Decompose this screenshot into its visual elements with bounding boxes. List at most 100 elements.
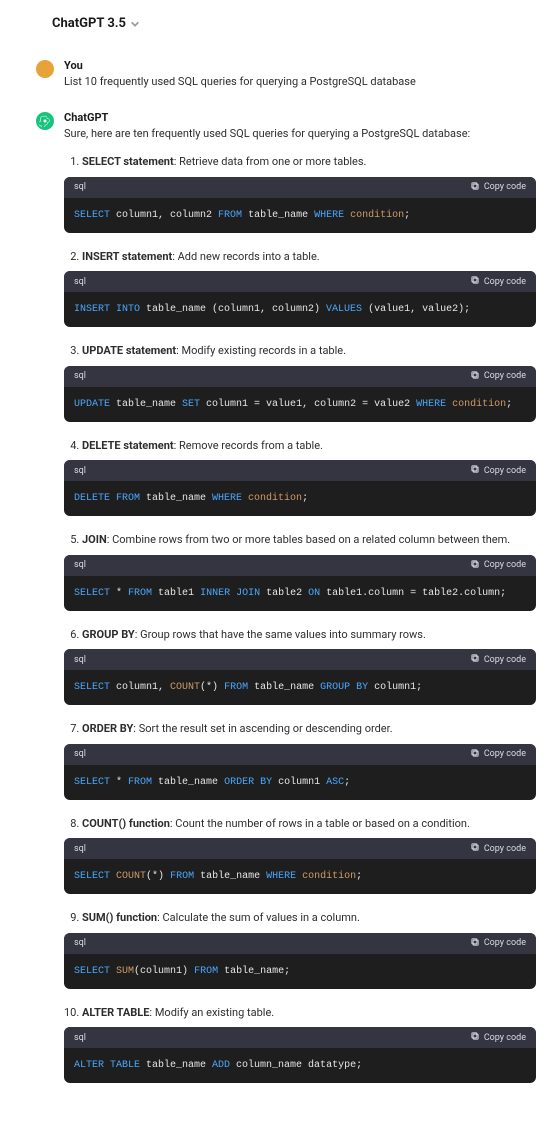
- code-block: sqlCopy codeSELECT SUM(column1) FROM tab…: [64, 933, 536, 989]
- copy-code-button[interactable]: Copy code: [470, 1031, 526, 1044]
- copy-code-button[interactable]: Copy code: [470, 937, 526, 950]
- copy-code-button[interactable]: Copy code: [470, 181, 526, 194]
- clipboard-icon: [470, 748, 480, 761]
- code-content: INSERT INTO table_name (column1, column2…: [64, 292, 536, 327]
- copy-code-button[interactable]: Copy code: [470, 275, 526, 288]
- query-description: SUM() function: Calculate the sum of val…: [82, 910, 536, 927]
- query-description: INSERT statement: Add new records into a…: [82, 249, 536, 266]
- copy-code-button[interactable]: Copy code: [470, 370, 526, 383]
- code-content: UPDATE table_name SET column1 = value1, …: [64, 387, 536, 422]
- code-header: sql Copy code: [64, 933, 536, 954]
- code-header: sqlCopy code: [64, 366, 536, 387]
- query-list: SELECT statement: Retrieve data from one…: [64, 154, 536, 1083]
- query-title: SELECT statement: [82, 155, 174, 168]
- copy-code-label: Copy code: [484, 182, 526, 192]
- query-title: INSERT statement: [82, 250, 172, 263]
- query-title: ORDER BY: [82, 722, 133, 735]
- query-title: SUM() function: [82, 911, 157, 924]
- query-title: UPDATE statement: [82, 344, 176, 357]
- code-block: sqlCopy codeSELECT COUNT(*) FROM table_n…: [64, 838, 536, 894]
- chevron-down-icon: [130, 19, 140, 29]
- clipboard-icon: [470, 653, 480, 666]
- assistant-avatar: [36, 112, 54, 130]
- code-block: sql Copy code SELECT column1, COUNT(*) FRO…: [64, 649, 536, 705]
- query-item: SUM() function: Calculate the sum of val…: [82, 910, 536, 989]
- code-header: sql Copy code: [64, 555, 536, 576]
- code-lang-label: sql: [74, 655, 86, 665]
- query-title: COUNT() function: [82, 817, 170, 830]
- code-content: DELETE FROM table_name WHERE condition;: [64, 481, 536, 516]
- query-description: UPDATE statement: Modify existing record…: [82, 343, 536, 360]
- copy-code-label: Copy code: [484, 844, 526, 854]
- query-desc-text: : Modify existing records in a table.: [176, 344, 346, 357]
- code-block: sql Copy code ALTER TABLE table_name ADD c…: [64, 1027, 536, 1083]
- code-header: sqlCopy code: [64, 838, 536, 859]
- code-lang-label: sql: [74, 749, 86, 759]
- query-item: GROUP BY: Group rows that have the same …: [82, 627, 536, 706]
- query-desc-text: : Count the number of rows in a table or…: [170, 817, 470, 830]
- clipboard-icon: [470, 559, 480, 572]
- user-name: You: [64, 59, 536, 72]
- copy-code-button[interactable]: Copy code: [470, 653, 526, 666]
- clipboard-icon: [470, 464, 480, 477]
- copy-code-button[interactable]: Copy code: [470, 559, 526, 572]
- query-item: COUNT() function: Count the number of ro…: [82, 816, 536, 895]
- code-lang-label: sql: [74, 1033, 86, 1043]
- code-content: SELECT * FROM table_name ORDER BY column…: [64, 765, 536, 800]
- copy-code-button[interactable]: Copy code: [470, 464, 526, 477]
- query-item: JOIN: Combine rows from two or more tabl…: [82, 532, 536, 611]
- query-desc-text: : Retrieve data from one or more tables.: [174, 155, 367, 168]
- clipboard-icon: [470, 370, 480, 383]
- code-header: sqlCopy code: [64, 177, 536, 198]
- code-header: sql Copy code: [64, 744, 536, 765]
- query-desc-text: : Group rows that have the same values i…: [135, 628, 426, 641]
- model-selector[interactable]: ChatGPT 3.5: [24, 16, 536, 31]
- assistant-intro: Sure, here are ten frequently used SQL q…: [64, 126, 536, 143]
- clipboard-icon: [470, 275, 480, 288]
- code-lang-label: sql: [74, 938, 86, 948]
- query-item: ORDER BY: Sort the result set in ascendi…: [82, 721, 536, 800]
- copy-code-label: Copy code: [484, 560, 526, 570]
- query-desc-text: : Modify an existing table.: [149, 1006, 274, 1019]
- code-block: sqlCopy codeUPDATE table_name SET column…: [64, 366, 536, 422]
- clipboard-icon: [470, 1031, 480, 1044]
- query-title: GROUP BY: [82, 628, 135, 641]
- query-description: ORDER BY: Sort the result set in ascendi…: [82, 721, 536, 738]
- query-description: DELETE statement: Remove records from a …: [82, 438, 536, 455]
- copy-code-button[interactable]: Copy code: [470, 748, 526, 761]
- code-block: sql Copy code SELECT * FROM table1 INNER J…: [64, 555, 536, 611]
- code-header: sql Copy code: [64, 1027, 536, 1048]
- query-description: GROUP BY: Group rows that have the same …: [82, 627, 536, 644]
- query-description: JOIN: Combine rows from two or more tabl…: [82, 532, 536, 549]
- code-block: sqlCopy codeSELECT column1, column2 FROM…: [64, 177, 536, 233]
- query-item: INSERT statement: Add new records into a…: [82, 249, 536, 328]
- query-title: JOIN: [82, 533, 107, 546]
- code-lang-label: sql: [74, 466, 86, 476]
- query-desc-text: : Combine rows from two or more tables b…: [107, 533, 510, 546]
- assistant-name: ChatGPT: [64, 111, 536, 124]
- code-content: SELECT * FROM table1 INNER JOIN table2 O…: [64, 576, 536, 611]
- query-desc-text: : Calculate the sum of values in a colum…: [157, 911, 360, 924]
- copy-code-label: Copy code: [484, 938, 526, 948]
- user-text: List 10 frequently used SQL queries for …: [64, 74, 536, 91]
- copy-code-label: Copy code: [484, 277, 526, 287]
- query-desc-text: : Add new records into a table.: [172, 250, 319, 263]
- copy-code-label: Copy code: [484, 371, 526, 381]
- copy-code-label: Copy code: [484, 1033, 526, 1043]
- code-content: ALTER TABLE table_name ADD column_name d…: [64, 1048, 536, 1083]
- query-title: ALTER TABLE: [82, 1006, 149, 1019]
- query-title: DELETE statement: [82, 439, 174, 452]
- clipboard-icon: [470, 181, 480, 194]
- code-header: sql Copy code: [64, 649, 536, 670]
- code-content: SELECT column1, COUNT(*) FROM table_name…: [64, 670, 536, 705]
- query-item: ALTER TABLE: Modify an existing table.sq…: [82, 1005, 536, 1084]
- code-header: sqlCopy code: [64, 271, 536, 292]
- query-item: DELETE statement: Remove records from a …: [82, 438, 536, 517]
- copy-code-label: Copy code: [484, 466, 526, 476]
- query-desc-text: : Sort the result set in ascending or de…: [133, 722, 392, 735]
- code-block: sqlCopy codeINSERT INTO table_name (colu…: [64, 271, 536, 327]
- code-lang-label: sql: [74, 560, 86, 570]
- query-desc-text: : Remove records from a table.: [174, 439, 323, 452]
- copy-code-button[interactable]: Copy code: [470, 842, 526, 855]
- clipboard-icon: [470, 842, 480, 855]
